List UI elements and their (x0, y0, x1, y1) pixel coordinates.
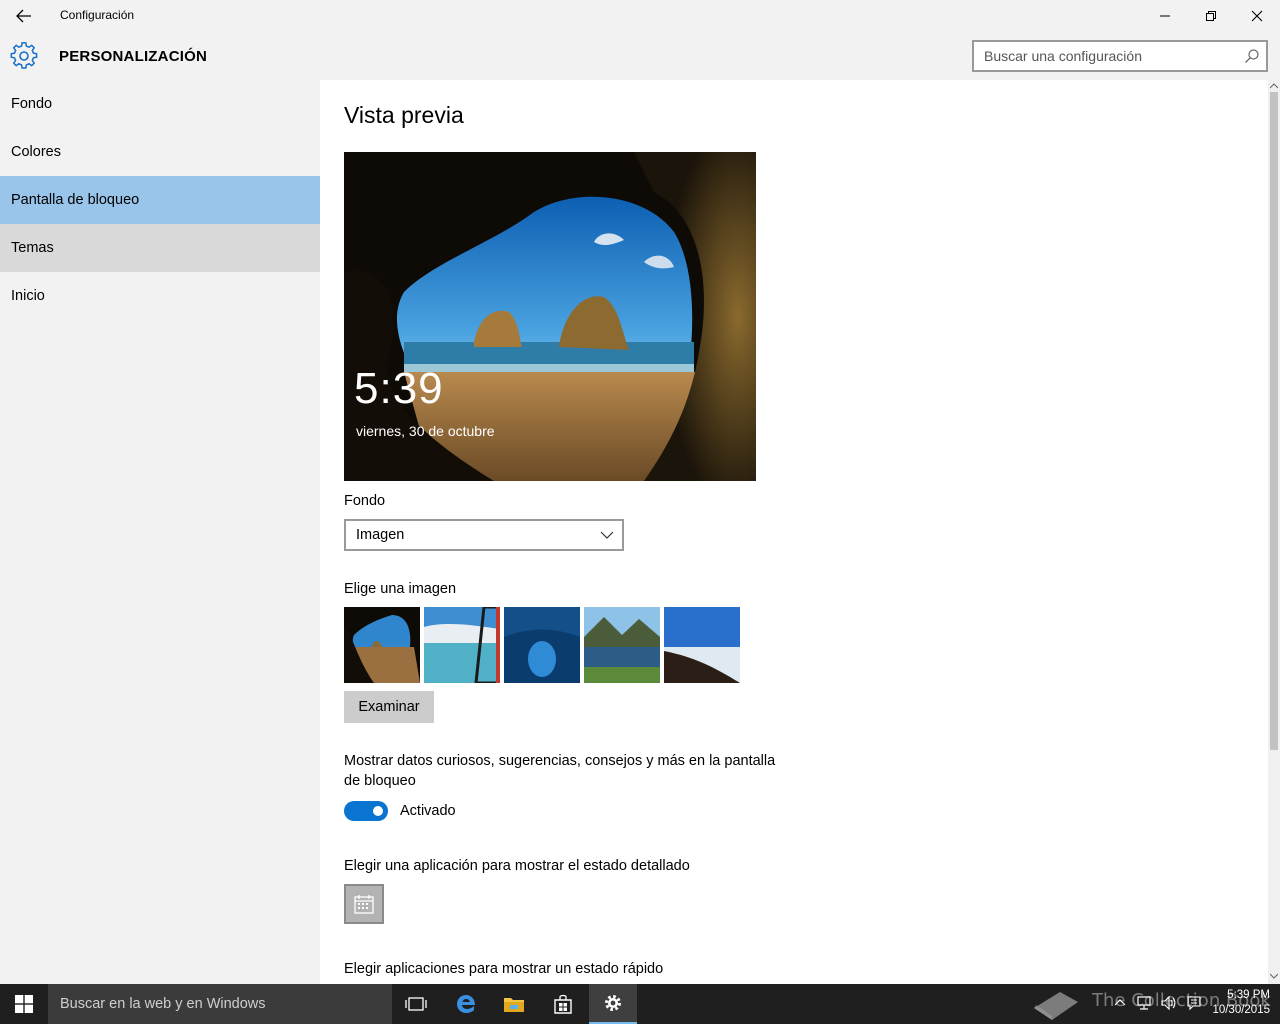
settings-search[interactable] (972, 40, 1268, 72)
toggle-knob (373, 806, 383, 816)
sidebar-item-inicio[interactable]: Inicio (0, 272, 320, 320)
gear-icon (605, 995, 621, 1011)
chevron-down-icon (600, 531, 614, 539)
start-button[interactable] (0, 984, 48, 1024)
detailed-status-app-button[interactable] (344, 884, 384, 924)
thumbnail-ice-cave[interactable] (504, 607, 580, 683)
scroll-up-icon[interactable] (1270, 82, 1278, 90)
scroll-down-icon[interactable] (1270, 972, 1278, 980)
clock[interactable]: 5:39 PM 10/30/2015 (1212, 988, 1270, 1018)
thumbnail-window-sky[interactable] (424, 607, 500, 683)
tips-toggle-label: Activado (400, 803, 456, 819)
arrow-left-icon (16, 9, 31, 23)
thumbnail-snow-ridge[interactable] (664, 607, 740, 683)
tips-description: Mostrar datos curiosos, sugerencias, con… (344, 753, 776, 789)
background-dropdown-value: Imagen (356, 527, 405, 543)
taskbar-search[interactable]: Buscar en la web y en Windows (48, 984, 392, 1024)
window-title: Configuración (60, 8, 135, 22)
close-icon (1251, 10, 1263, 22)
content-scrollbar[interactable] (1268, 80, 1280, 984)
volume-icon[interactable] (1160, 995, 1176, 1011)
edge-icon (457, 995, 475, 1013)
preview-time: 5:39 (354, 364, 444, 413)
tips-toggle[interactable] (344, 801, 388, 821)
store-button[interactable] (539, 984, 587, 1024)
chevron-up-icon[interactable] (1114, 996, 1126, 1008)
sidebar-item-fondo[interactable]: Fondo (0, 80, 320, 128)
store-icon (554, 994, 572, 1014)
detailed-status-label: Elegir una aplicación para mostrar el es… (344, 858, 690, 874)
background-label: Fondo (344, 493, 386, 509)
sidebar: Fondo Colores Pantalla de bloqueo Temas … (0, 80, 320, 984)
task-view-button[interactable] (392, 984, 440, 1024)
search-icon[interactable] (1244, 48, 1260, 64)
quick-status-label: Elegir aplicaciones para mostrar un esta… (344, 961, 664, 977)
close-button[interactable] (1234, 0, 1280, 32)
settings-taskbar-button[interactable] (589, 984, 637, 1024)
browse-button[interactable]: Examinar (344, 691, 434, 723)
sidebar-item-label: Inicio (11, 288, 45, 304)
gear-icon (10, 42, 38, 69)
section-title: PERSONALIZACIÓN (59, 48, 208, 65)
taskbar: Buscar en la web y en Windows The Collec… (0, 984, 1280, 1024)
choose-image-label: Elige una imagen (344, 581, 457, 597)
main-content: Vista previa 5:39 viernes, 30 de octubre… (320, 80, 1268, 984)
folder-icon (504, 998, 524, 1012)
book-logo-icon (1034, 992, 1078, 1020)
file-explorer-button[interactable] (490, 984, 538, 1024)
preview-date: viernes, 30 de octubre (356, 423, 495, 439)
restore-icon (1206, 11, 1216, 21)
background-dropdown[interactable]: Imagen (344, 519, 624, 551)
scrollbar-thumb[interactable] (1270, 92, 1278, 750)
settings-header: PERSONALIZACIÓN (0, 32, 1280, 80)
action-center-icon[interactable] (1186, 995, 1202, 1011)
clock-date: 10/30/2015 (1212, 1004, 1270, 1016)
thumbnail-mountain-lake[interactable] (584, 607, 660, 683)
sidebar-item-pantalla-de-bloqueo[interactable]: Pantalla de bloqueo (0, 176, 320, 224)
thumbnail-cave[interactable] (344, 607, 420, 683)
sidebar-item-colores[interactable]: Colores (0, 128, 320, 176)
back-button[interactable] (0, 0, 48, 32)
clock-time: 5:39 PM (1227, 989, 1270, 1001)
sidebar-item-label: Fondo (11, 96, 53, 112)
restore-button[interactable] (1188, 0, 1234, 32)
task-view-icon (405, 997, 427, 1011)
windows-logo-icon (15, 995, 33, 1013)
sidebar-item-temas[interactable]: Temas (0, 224, 320, 272)
lock-screen-preview: 5:39 viernes, 30 de octubre (344, 152, 756, 481)
search-input[interactable] (974, 42, 1234, 70)
minimize-icon (1160, 15, 1170, 17)
title-bar: Configuración (0, 0, 1280, 32)
sidebar-item-label: Colores (11, 144, 61, 160)
image-thumbnails (344, 607, 744, 683)
sidebar-item-label: Temas (11, 240, 54, 256)
network-icon[interactable] (1136, 995, 1152, 1011)
sidebar-item-label: Pantalla de bloqueo (11, 192, 140, 208)
minimize-button[interactable] (1142, 0, 1188, 32)
edge-button[interactable] (442, 984, 490, 1024)
calendar-icon (354, 895, 374, 914)
page-title: Vista previa (344, 102, 464, 128)
